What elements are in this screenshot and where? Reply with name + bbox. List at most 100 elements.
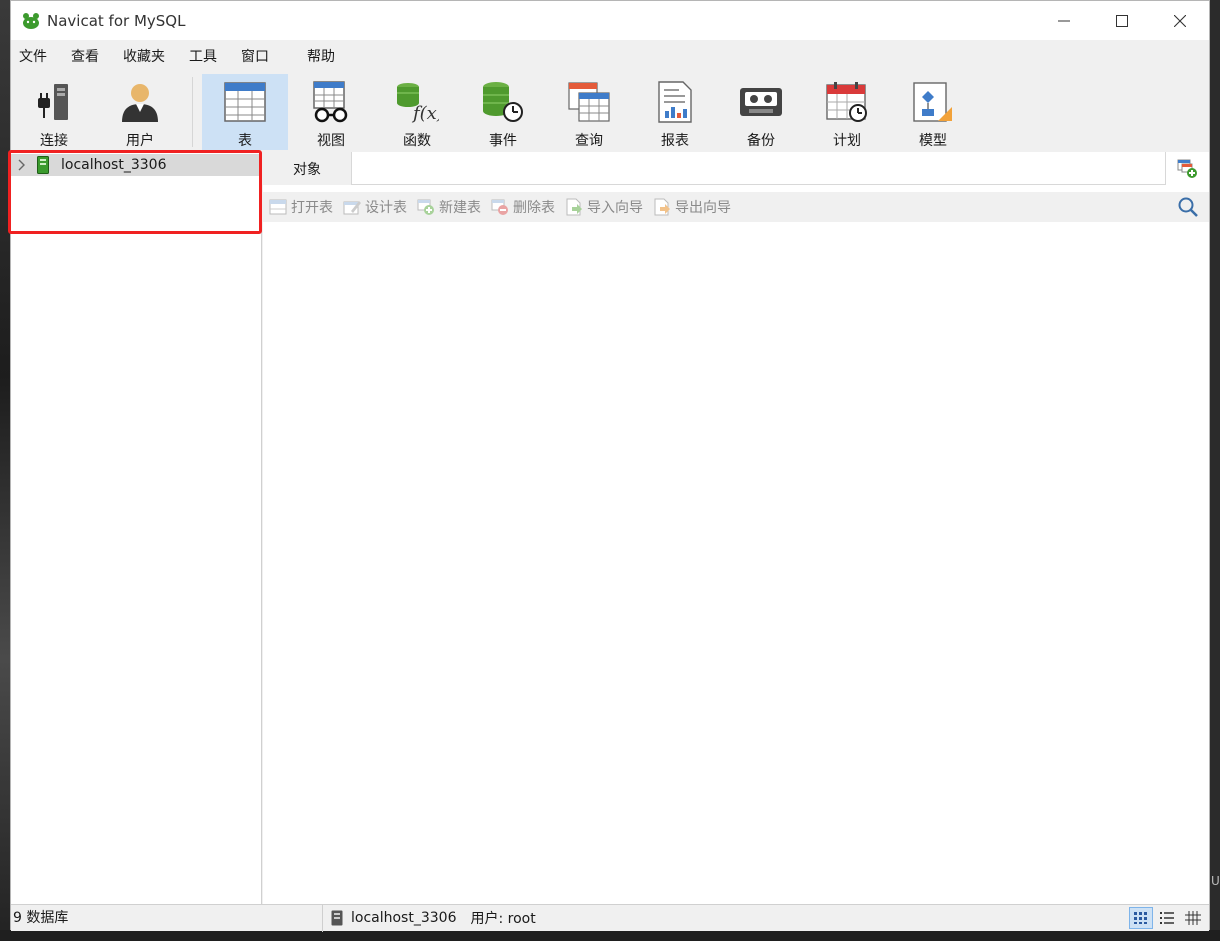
desktop-taskbar-edge	[0, 930, 1220, 941]
list-view-icon	[1160, 912, 1174, 924]
connect-label: 连接	[40, 133, 68, 149]
model-label: 模型	[919, 133, 947, 149]
title-bar: Navicat for MySQL	[11, 1, 1209, 40]
menu-window[interactable]: 窗口	[233, 44, 277, 70]
model-icon	[909, 78, 957, 126]
menu-help[interactable]: 帮助	[299, 44, 343, 70]
new-table-label: 新建表	[439, 200, 481, 216]
backup-label: 备份	[747, 133, 775, 149]
schedule-button[interactable]: 计划	[804, 74, 890, 150]
function-button[interactable]: f(x) 函数	[374, 74, 460, 150]
menu-tools[interactable]: 工具	[181, 44, 225, 70]
model-button[interactable]: 模型	[890, 74, 976, 150]
report-button[interactable]: 报表	[632, 74, 718, 150]
export-wizard-label: 导出向导	[675, 200, 731, 216]
import-wizard-label: 导入向导	[587, 200, 643, 216]
search-button[interactable]	[1177, 196, 1199, 218]
maximize-button[interactable]	[1093, 1, 1151, 40]
view-button[interactable]: 视图	[288, 74, 374, 150]
detail-view-button[interactable]	[1181, 907, 1205, 929]
event-clock-icon	[479, 78, 527, 126]
open-table-button[interactable]: 打开表	[269, 197, 333, 217]
add-table-icon	[1177, 159, 1197, 178]
table-button[interactable]: 表	[202, 74, 288, 150]
menu-favorites[interactable]: 收藏夹	[115, 44, 173, 70]
toolbar-separator	[192, 77, 193, 147]
desktop-background	[0, 0, 10, 941]
database-count: 9 数据库	[11, 904, 323, 932]
user-icon	[116, 78, 164, 126]
event-button[interactable]: 事件	[460, 74, 546, 150]
object-toolbar: 打开表 设计表 新建表 删除表 导入向导 导出向导	[263, 192, 1209, 222]
offscreen-glyph: U	[1211, 874, 1220, 888]
minimize-button[interactable]	[1035, 1, 1093, 40]
connection-tree-panel: localhost_3306	[8, 150, 262, 904]
connection-status: localhost_3306 用户: root	[323, 905, 536, 932]
new-tab-button[interactable]	[1165, 152, 1209, 185]
query-label: 查询	[575, 133, 603, 149]
table-label: 表	[238, 133, 252, 149]
view-mode-switcher	[1127, 907, 1205, 929]
navicat-window: Navicat for MySQL 文件 查看 收藏夹 工具 窗口 帮助 连接 …	[8, 0, 1210, 932]
report-icon	[651, 78, 699, 126]
schedule-label: 计划	[833, 133, 861, 149]
main-toolbar: 连接 用户 表 视图 f(x 函数 事件 查询 报表 备份 计划 模型	[11, 74, 1209, 152]
chevron-right-icon[interactable]	[11, 159, 33, 171]
navicat-logo-icon	[21, 11, 41, 31]
export-wizard-button[interactable]: 导出向导	[653, 197, 731, 217]
open-table-label: 打开表	[291, 200, 333, 216]
maximize-icon	[1116, 14, 1128, 27]
grid-view-button[interactable]	[1129, 907, 1153, 929]
list-view-button[interactable]	[1155, 907, 1179, 929]
delete-table-label: 删除表	[513, 200, 555, 216]
status-user: 用户: root	[470, 911, 536, 927]
user-button[interactable]: 用户	[97, 74, 183, 150]
new-table-button[interactable]: 新建表	[417, 197, 481, 217]
tab-strip-blank	[352, 152, 1165, 185]
status-bar: 9 数据库 localhost_3306 用户: root	[11, 904, 1209, 932]
query-icon	[565, 78, 613, 126]
menu-view[interactable]: 查看	[63, 44, 107, 70]
svg-text:f(x): f(x)	[411, 103, 439, 123]
menu-file[interactable]: 文件	[11, 44, 55, 70]
detail-view-icon	[1185, 911, 1201, 925]
function-icon: f(x)	[393, 78, 441, 126]
connection-name: localhost_3306	[61, 157, 167, 173]
view-label: 视图	[317, 133, 345, 149]
backup-tape-icon	[737, 78, 785, 126]
user-label: 用户	[126, 133, 154, 149]
plug-icon	[30, 78, 78, 126]
design-table-icon	[343, 198, 361, 216]
table-icon	[221, 78, 269, 126]
object-panel: 对象 打开表 设计表 新建表 删除表 导入向导 导出向导	[263, 152, 1209, 904]
function-label: 函数	[403, 133, 431, 149]
backup-button[interactable]: 备份	[718, 74, 804, 150]
tree-item-connection[interactable]: localhost_3306	[11, 154, 259, 176]
minimize-icon	[1058, 20, 1070, 21]
delete-table-icon	[491, 198, 509, 216]
status-connection-name: localhost_3306	[351, 910, 457, 926]
tab-objects[interactable]: 对象	[263, 152, 352, 185]
design-table-button[interactable]: 设计表	[343, 197, 407, 217]
view-glasses-icon	[307, 78, 355, 126]
query-button[interactable]: 查询	[546, 74, 632, 150]
server-icon	[33, 156, 53, 174]
server-status-icon	[331, 910, 343, 926]
delete-table-button[interactable]: 删除表	[491, 197, 555, 217]
close-icon	[1174, 14, 1186, 27]
new-table-icon	[417, 198, 435, 216]
search-icon	[1178, 197, 1198, 217]
open-table-icon	[269, 198, 287, 216]
object-tab-bar: 对象	[263, 152, 1209, 185]
report-label: 报表	[661, 133, 689, 149]
import-wizard-button[interactable]: 导入向导	[565, 197, 643, 217]
close-button[interactable]	[1151, 1, 1209, 40]
design-table-label: 设计表	[365, 200, 407, 216]
menu-bar: 文件 查看 收藏夹 工具 窗口 帮助	[11, 40, 1209, 74]
event-label: 事件	[489, 133, 517, 149]
import-icon	[565, 198, 583, 216]
connect-button[interactable]: 连接	[11, 74, 97, 150]
export-icon	[653, 198, 671, 216]
window-controls	[1035, 1, 1209, 40]
schedule-calendar-icon	[823, 78, 871, 126]
